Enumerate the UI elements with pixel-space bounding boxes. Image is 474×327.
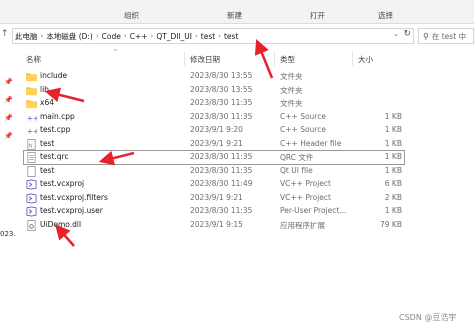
arrow-to-lib bbox=[44, 87, 85, 103]
watermark: CSDN @豆浩宇 bbox=[399, 313, 457, 322]
arrow-to-path bbox=[254, 39, 274, 79]
arrow-to-qrc bbox=[98, 150, 135, 166]
annotation-arrows bbox=[44, 39, 274, 247]
arrow-to-dll bbox=[55, 224, 75, 247]
